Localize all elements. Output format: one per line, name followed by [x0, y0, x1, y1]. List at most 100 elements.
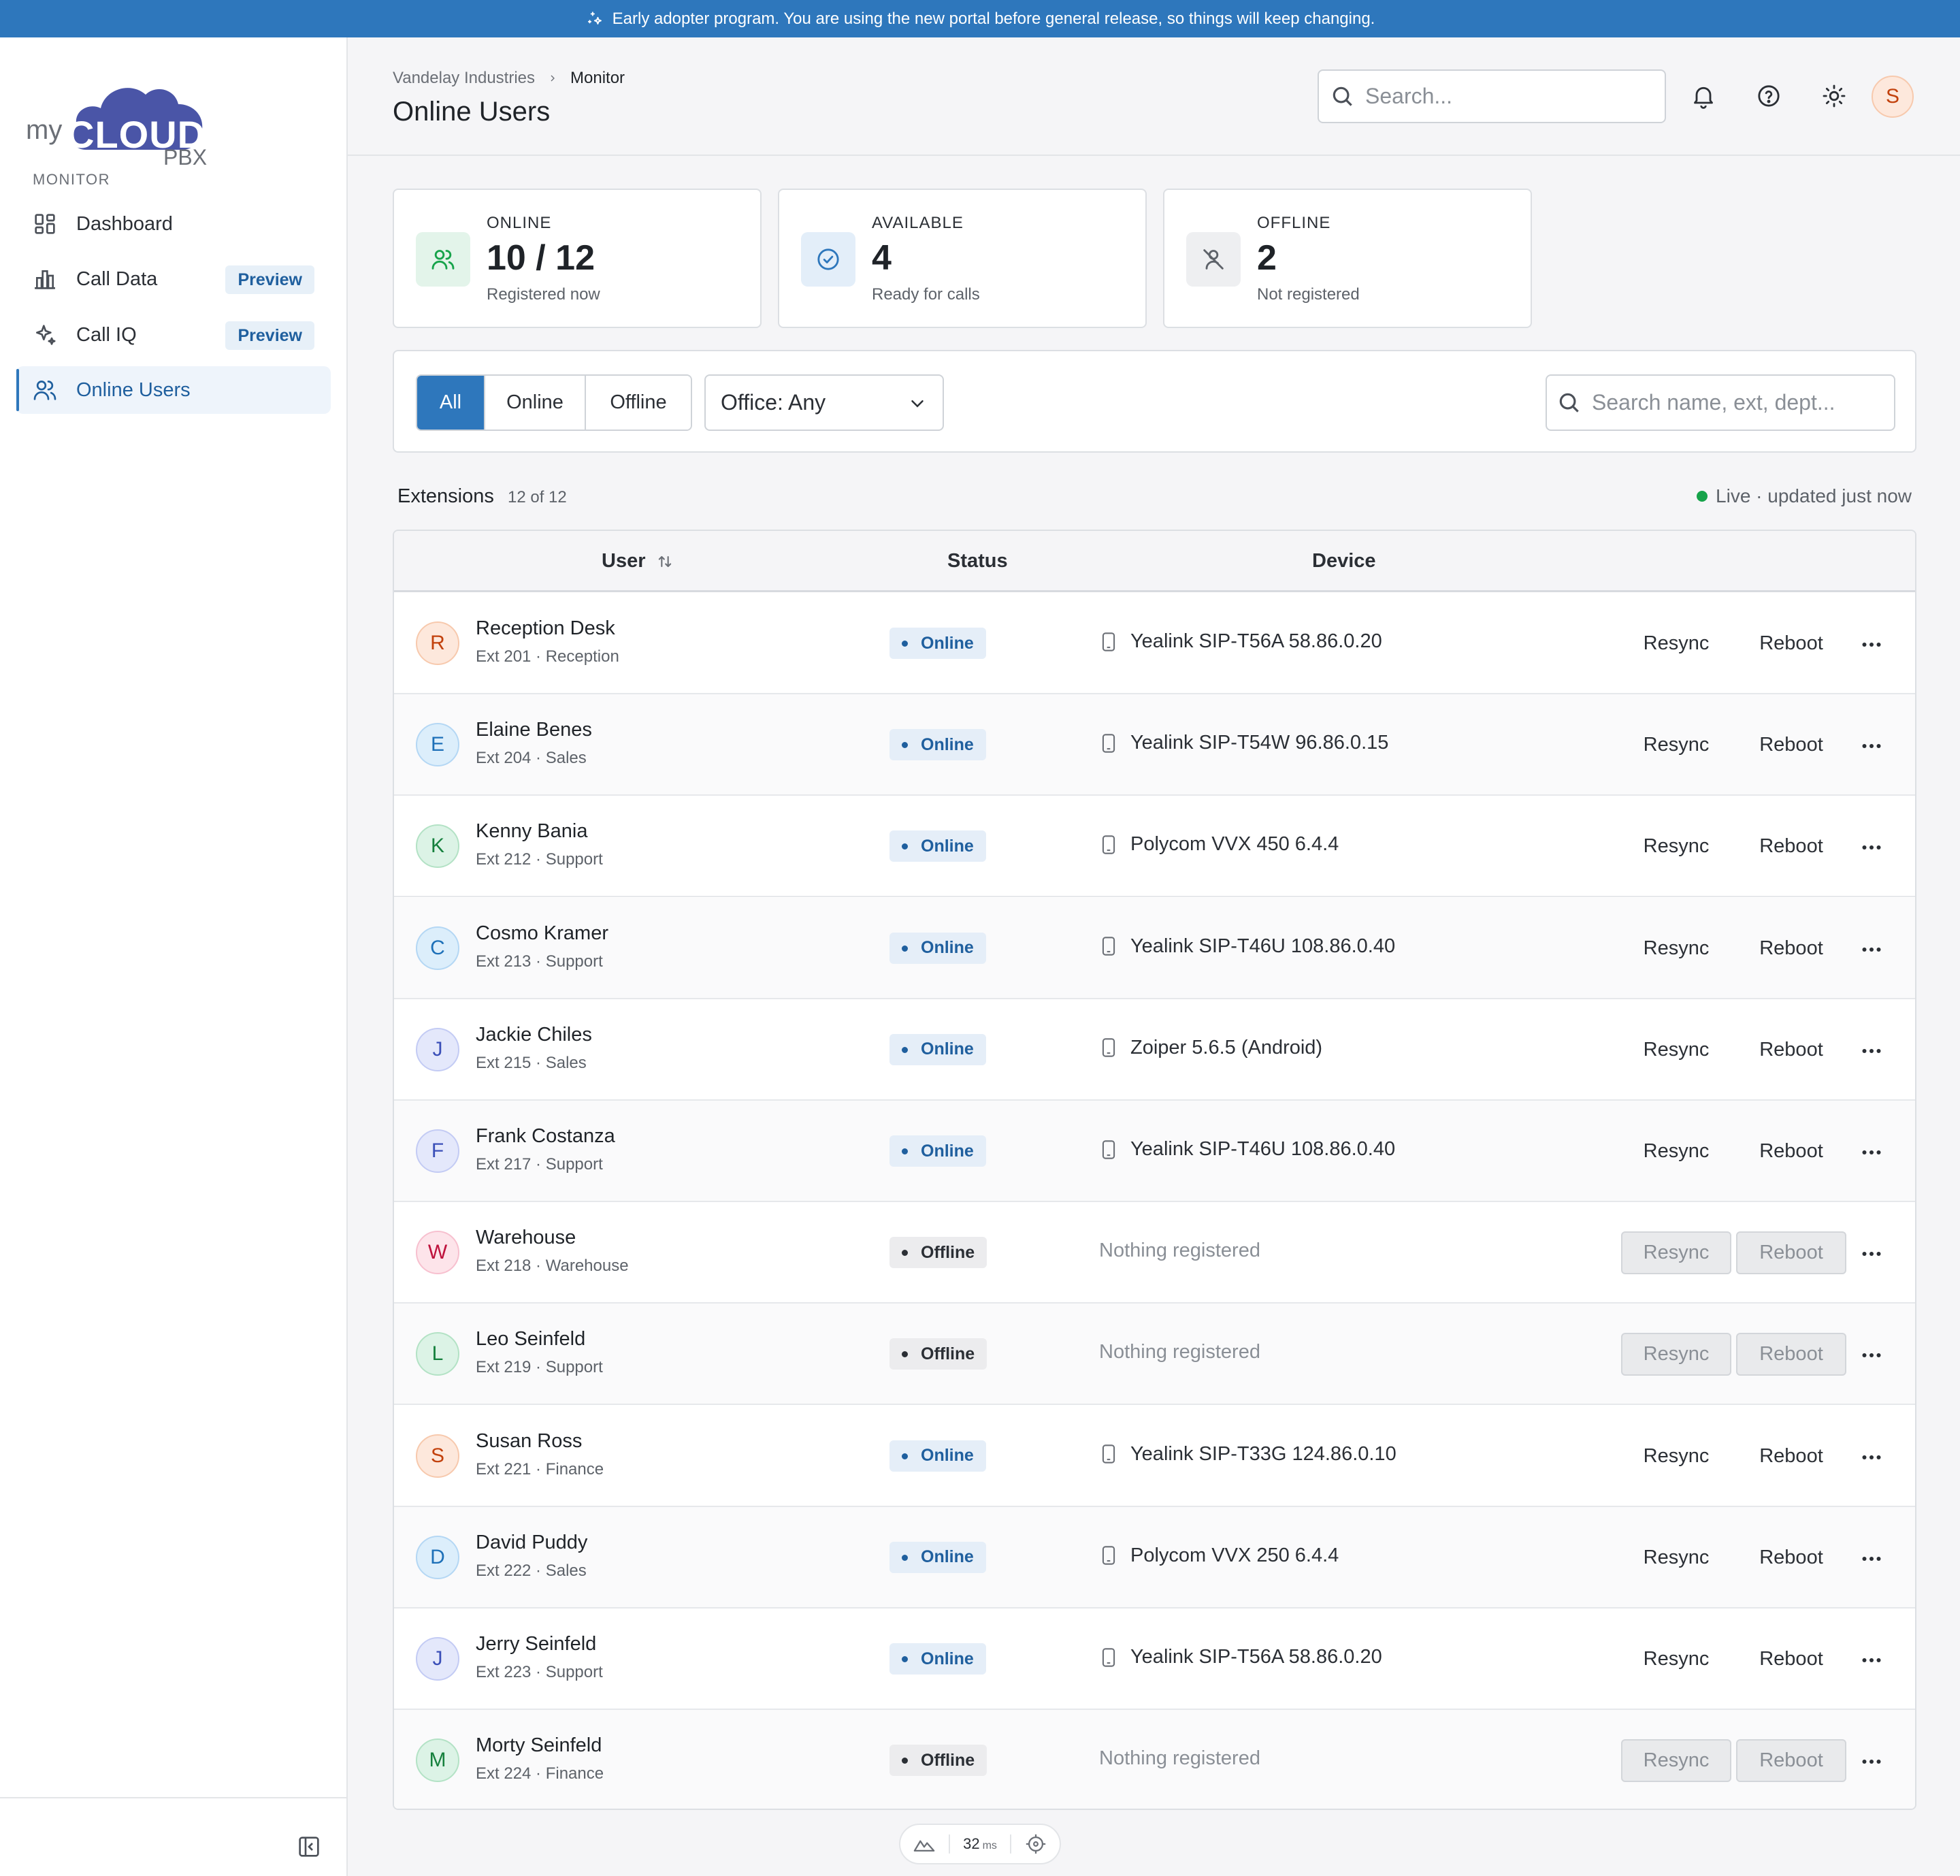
more-actions-icon[interactable]	[1859, 1648, 1884, 1672]
bar-chart-icon	[35, 270, 55, 289]
resync-button[interactable]: Resync	[1621, 825, 1731, 868]
bell-icon[interactable]	[1690, 82, 1717, 110]
user-name[interactable]: Reception Desk	[476, 617, 615, 640]
resync-button[interactable]: Resync	[1621, 1130, 1731, 1173]
reboot-button[interactable]: Reboot	[1736, 1536, 1846, 1579]
page-title: Online Users	[393, 97, 551, 127]
reboot-button[interactable]: Reboot	[1736, 825, 1846, 868]
more-actions-icon[interactable]	[1859, 632, 1884, 657]
more-actions-icon[interactable]	[1859, 1140, 1884, 1165]
sidebar-item-dashboard[interactable]: Dashboard	[16, 200, 331, 248]
column-user[interactable]: User	[602, 550, 674, 572]
more-actions-icon[interactable]	[1859, 1749, 1884, 1774]
reboot-button[interactable]: Reboot	[1736, 1638, 1846, 1681]
user-extension-meta: Ext 201 · Reception	[476, 647, 619, 666]
search-icon	[1333, 86, 1352, 106]
more-actions-icon[interactable]	[1859, 1039, 1884, 1063]
user-name[interactable]: Elaine Benes	[476, 719, 592, 741]
more-actions-icon[interactable]	[1859, 835, 1884, 860]
resync-button[interactable]: Resync	[1621, 1739, 1731, 1783]
resync-button[interactable]: Resync	[1621, 927, 1731, 970]
segment-offline[interactable]: Offline	[585, 376, 691, 430]
brand-logo[interactable]: my CLOUD PBX	[24, 58, 215, 187]
resync-button[interactable]: Resync	[1621, 1435, 1731, 1478]
sidebar-item-call-iq[interactable]: Call IQ Preview	[16, 311, 331, 359]
user-name[interactable]: Warehouse	[476, 1227, 576, 1249]
table-row: E Elaine Benes Ext 204 · Sales Online Yealin…	[394, 694, 1915, 796]
device-cell: Polycom VVX 450 6.4.4	[1100, 833, 1339, 856]
more-actions-icon[interactable]	[1859, 1242, 1884, 1266]
user-name[interactable]: Jackie Chiles	[476, 1024, 592, 1046]
reboot-button[interactable]: Reboot	[1736, 1435, 1846, 1478]
extension-search[interactable]	[1546, 374, 1895, 431]
segment-online[interactable]: Online	[484, 376, 585, 430]
status-badge: Offline	[889, 1745, 987, 1777]
device-name: Polycom VVX 250 6.4.4	[1130, 1544, 1339, 1566]
phone-device-icon	[1102, 1038, 1115, 1058]
phone-device-icon	[1102, 937, 1115, 956]
more-actions-icon[interactable]	[1859, 734, 1884, 758]
reboot-button[interactable]: Reboot	[1736, 1029, 1846, 1071]
device-name: Nothing registered	[1099, 1747, 1260, 1770]
breadcrumb-org[interactable]: Vandelay Industries	[393, 69, 535, 88]
breadcrumb-current: Monitor	[570, 69, 625, 87]
reboot-button[interactable]: Reboot	[1736, 1739, 1846, 1783]
status-badge: Online	[889, 932, 986, 964]
resync-button[interactable]: Resync	[1621, 1231, 1731, 1275]
user-name[interactable]: Morty Seinfeld	[476, 1734, 602, 1757]
user-avatar[interactable]: S	[1872, 76, 1914, 118]
more-actions-icon[interactable]	[1859, 1547, 1884, 1571]
segment-all[interactable]: All	[417, 376, 484, 430]
status-badge: Offline	[889, 1237, 987, 1269]
user-name[interactable]: Frank Costanza	[476, 1125, 615, 1148]
reboot-button[interactable]: Reboot	[1736, 1130, 1846, 1173]
more-actions-icon[interactable]	[1859, 1445, 1884, 1470]
reboot-button[interactable]: Reboot	[1736, 724, 1846, 766]
chevron-down-icon	[911, 400, 924, 408]
user-name[interactable]: David Puddy	[476, 1532, 587, 1554]
resync-button[interactable]: Resync	[1621, 1029, 1731, 1071]
device-name: Yealink SIP-T54W 96.86.0.15	[1130, 732, 1389, 754]
help-icon[interactable]	[1755, 82, 1782, 110]
resync-button[interactable]: Resync	[1621, 1536, 1731, 1579]
office-select[interactable]: Office: Any	[704, 374, 944, 431]
extension-search-input[interactable]	[1592, 390, 1884, 415]
status-badge: Online	[889, 729, 986, 761]
resync-button[interactable]: Resync	[1621, 1333, 1731, 1376]
theme-sun-icon[interactable]	[1820, 82, 1848, 110]
more-actions-icon[interactable]	[1859, 1343, 1884, 1368]
device-cell: Yealink SIP-T56A 58.86.0.20	[1100, 630, 1382, 653]
user-extension-meta: Ext 222 · Sales	[476, 1561, 587, 1580]
sidebar-item-online-users[interactable]: Online Users	[16, 366, 331, 414]
user-name[interactable]: Cosmo Kramer	[476, 922, 608, 945]
sort-icon	[658, 555, 671, 567]
global-search-input[interactable]	[1365, 84, 1651, 109]
reboot-button[interactable]: Reboot	[1736, 927, 1846, 970]
user-name[interactable]: Jerry Seinfeld	[476, 1633, 596, 1655]
reboot-button[interactable]: Reboot	[1736, 1231, 1846, 1275]
reboot-button[interactable]: Reboot	[1736, 1333, 1846, 1376]
global-search[interactable]	[1318, 69, 1666, 123]
user-avatar: M	[416, 1738, 459, 1783]
more-actions-icon[interactable]	[1859, 937, 1884, 962]
user-avatar: E	[416, 723, 459, 767]
user-extension-meta: Ext 204 · Sales	[476, 749, 587, 768]
user-name[interactable]: Susan Ross	[476, 1430, 582, 1453]
resync-button[interactable]: Resync	[1621, 622, 1731, 665]
crosshair-icon[interactable]	[1024, 1832, 1047, 1856]
stat-icon-wrap	[1186, 232, 1241, 287]
reboot-button[interactable]: Reboot	[1736, 622, 1846, 665]
resync-button[interactable]: Resync	[1621, 724, 1731, 766]
user-off-icon	[1203, 249, 1224, 270]
device-name: Nothing registered	[1099, 1240, 1260, 1262]
status-segmented-control: All Online Offline	[416, 374, 692, 431]
collapse-sidebar-icon[interactable]	[295, 1833, 323, 1860]
mountains-icon[interactable]	[913, 1832, 936, 1856]
early-adopter-banner: Early adopter program. You are using the…	[0, 0, 1960, 37]
latency-value: 32	[963, 1835, 980, 1852]
user-name[interactable]: Leo Seinfeld	[476, 1328, 585, 1351]
resync-button[interactable]: Resync	[1621, 1638, 1731, 1681]
live-text: Live · updated just now	[1716, 485, 1912, 506]
sidebar-item-call-data[interactable]: Call Data Preview	[16, 255, 331, 303]
user-name[interactable]: Kenny Bania	[476, 820, 587, 843]
